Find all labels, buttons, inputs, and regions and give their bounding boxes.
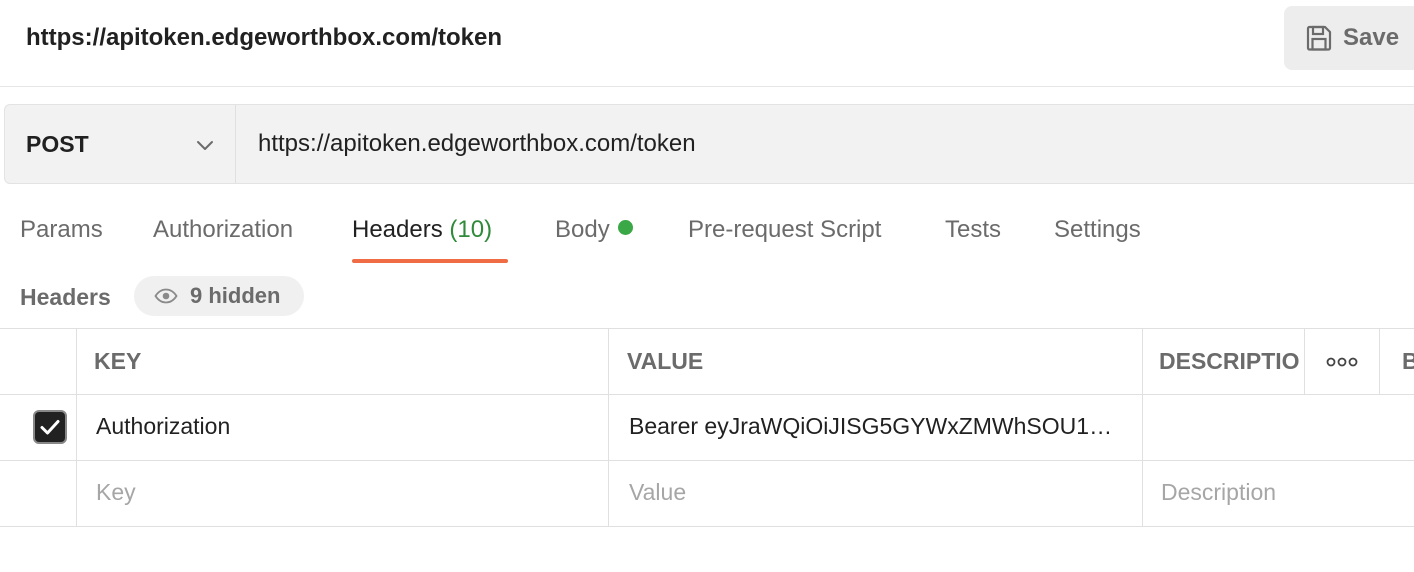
method-select[interactable]: POST [5, 105, 236, 183]
tab-authorization[interactable]: Authorization [153, 216, 293, 244]
table-border [0, 460, 1414, 461]
headers-section-title: Headers [20, 284, 111, 310]
url-bar: POST https://apitoken.edgeworthbox.com/t… [4, 104, 1414, 184]
request-name[interactable]: https://apitoken.edgeworthbox.com/token [26, 24, 502, 52]
column-divider [1142, 328, 1143, 527]
tab-body[interactable]: Body [555, 216, 633, 244]
column-header-value: VALUE [627, 348, 704, 374]
tab-tests[interactable]: Tests [945, 216, 1001, 244]
column-divider [76, 328, 77, 527]
column-divider [1304, 328, 1305, 394]
hidden-headers-label: 9 hidden [190, 283, 281, 308]
tab-params[interactable]: Params [20, 216, 103, 244]
request-header-bar: https://apitoken.edgeworthbox.com/token … [0, 0, 1414, 87]
tab-headers-count: (10) [449, 216, 493, 243]
column-header-bulk-edit[interactable]: B [1402, 348, 1414, 375]
new-value-input[interactable]: Value [629, 479, 686, 506]
body-indicator-dot [617, 220, 633, 235]
method-label: POST [26, 130, 89, 157]
active-tab-underline [352, 259, 508, 263]
column-divider [608, 328, 609, 527]
column-header-description: DESCRIPTIO [1159, 348, 1300, 374]
hidden-headers-toggle[interactable]: 9 hidden [134, 276, 304, 316]
checkmark-icon [40, 420, 60, 435]
header-value-cell[interactable]: Bearer eyJraWQiOiJISG5GYWxZMWhSOU1… [629, 413, 1134, 440]
headers-table: KEY VALUE DESCRIPTIO B Authorization Bea… [0, 328, 1414, 528]
save-icon [1306, 25, 1332, 51]
row-enabled-checkbox[interactable] [33, 410, 67, 444]
table-border [0, 328, 1414, 329]
table-border [0, 394, 1414, 395]
column-header-key: KEY [94, 348, 142, 374]
tab-headers[interactable]: Headers (10) [352, 216, 492, 244]
column-divider [1379, 328, 1380, 394]
new-description-input[interactable]: Description [1161, 479, 1276, 506]
save-label: Save [1343, 24, 1400, 51]
eye-icon [154, 288, 178, 304]
tab-settings[interactable]: Settings [1054, 216, 1141, 244]
url-input[interactable]: https://apitoken.edgeworthbox.com/token [236, 105, 1414, 183]
chevron-down-icon [197, 141, 213, 150]
header-key-cell[interactable]: Authorization [96, 413, 596, 440]
table-border [0, 526, 1414, 527]
more-options-icon[interactable] [1326, 354, 1358, 370]
tab-body-label: Body [555, 216, 610, 243]
tab-pre-request-script[interactable]: Pre-request Script [688, 216, 881, 244]
tab-headers-label: Headers [352, 216, 443, 243]
request-tabs: Params Authorization Headers (10) Body P… [0, 210, 1414, 266]
save-button[interactable]: Save [1284, 6, 1414, 70]
new-key-input[interactable]: Key [96, 479, 136, 506]
